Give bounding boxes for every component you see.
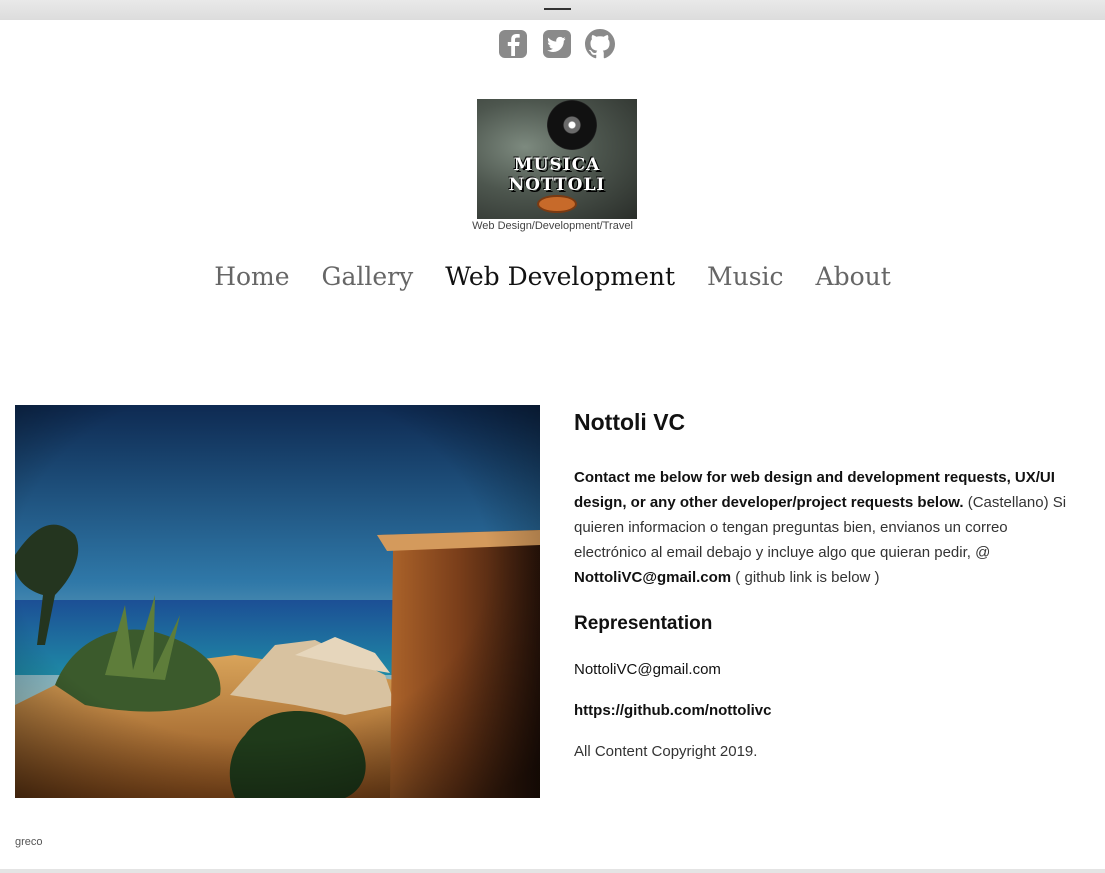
github-link[interactable]: https://github.com/nottolivc bbox=[574, 702, 771, 719]
representation-heading: Representation bbox=[574, 613, 713, 634]
nav-music[interactable]: Music bbox=[707, 262, 784, 291]
nav-about[interactable]: About bbox=[816, 262, 891, 291]
coastal-photo bbox=[15, 405, 540, 798]
site-tagline: Web Design/Development/Travel bbox=[472, 220, 633, 232]
page-title: Nottoli VC bbox=[574, 409, 686, 435]
description-paragraph: Contact me below for web design and deve… bbox=[574, 465, 1084, 590]
description-email: NottoliVC@gmail.com bbox=[574, 569, 732, 586]
logo-text-line1: MUSICA bbox=[513, 155, 601, 175]
main-navigation: Home Gallery Web Development Music About bbox=[0, 262, 1105, 291]
vinyl-record-icon bbox=[547, 100, 597, 150]
browser-top-bar bbox=[0, 0, 1105, 20]
social-links bbox=[0, 29, 1105, 61]
nav-gallery[interactable]: Gallery bbox=[322, 262, 414, 291]
logo-text-line2: NOTTOLI bbox=[508, 175, 606, 195]
contact-email: NottoliVC@gmail.com bbox=[574, 661, 721, 678]
guitar-icon bbox=[539, 197, 575, 211]
facebook-icon[interactable] bbox=[498, 29, 528, 59]
nav-web-development[interactable]: Web Development bbox=[445, 262, 675, 291]
site-logo[interactable]: MUSICA NOTTOLI bbox=[477, 99, 637, 219]
drag-handle-icon[interactable] bbox=[544, 8, 571, 10]
page-bottom-divider bbox=[0, 869, 1105, 873]
nav-home[interactable]: Home bbox=[214, 262, 289, 291]
photo-caption: greco bbox=[15, 836, 43, 848]
description-tail: ( github link is below ) bbox=[731, 569, 880, 586]
copyright-text: All Content Copyright 2019. bbox=[574, 743, 758, 760]
github-icon[interactable] bbox=[585, 29, 615, 59]
twitter-icon[interactable] bbox=[542, 29, 572, 59]
